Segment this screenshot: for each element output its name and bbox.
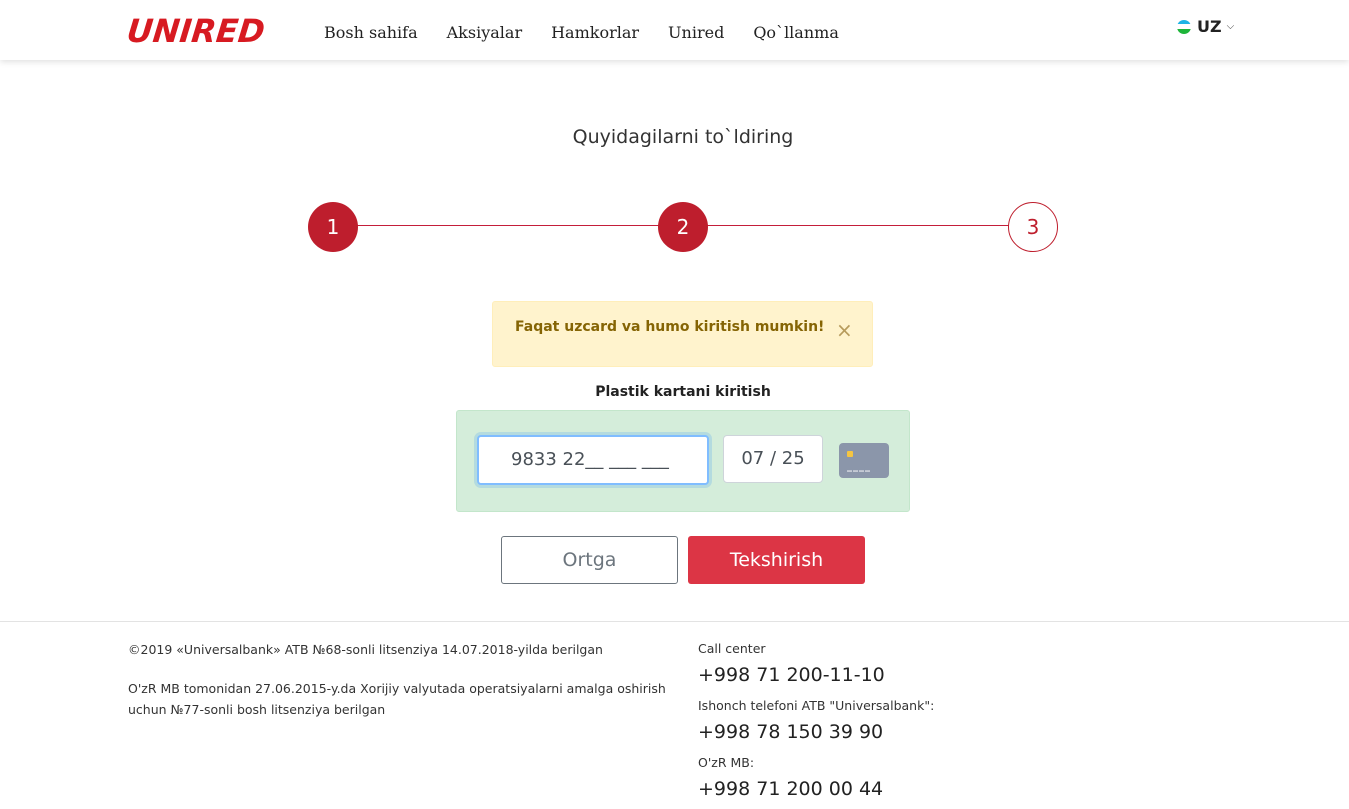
- chevron-down-icon: ⌵: [1226, 21, 1235, 32]
- nav-item-bosh-sahifa[interactable]: Bosh sahifa: [324, 22, 418, 44]
- page-title: Quyidagilarni to`ldiring: [572, 126, 794, 148]
- unired-logo[interactable]: UNIRED: [125, 12, 267, 50]
- alert-message: Faqat uzcard va humo kiritish mumkin!: [515, 319, 825, 335]
- uzbekistan-flag-icon: [1177, 19, 1191, 34]
- call-center-phone[interactable]: +998 71 200-11-10: [698, 664, 885, 686]
- language-label: UZ: [1197, 17, 1222, 36]
- call-center-label: Call center: [698, 641, 766, 656]
- card-chip-icon: [847, 451, 853, 457]
- step-2: 2: [658, 202, 708, 252]
- nav-item-unired[interactable]: Unired: [668, 22, 724, 44]
- nav-item-qollanma[interactable]: Qo`llanma: [753, 22, 839, 44]
- nav-item-hamkorlar[interactable]: Hamkorlar: [551, 22, 639, 44]
- step-connector-1: [357, 225, 659, 226]
- footer-divider: [0, 621, 1349, 622]
- footer-copyright: ©2019 «Universalbank» ATB №68-sonli lits…: [128, 642, 603, 657]
- back-button[interactable]: Ortga: [501, 536, 678, 584]
- card-input-panel: 9833 22__ ___ ___ 07 / 25 ____: [456, 410, 910, 512]
- warning-alert: Faqat uzcard va humo kiritish mumkin! ×: [492, 301, 873, 367]
- trust-phone-label: Ishonch telefoni ATB "Universalbank":: [698, 698, 935, 713]
- card-icon-dashes: ____: [847, 461, 871, 472]
- language-selector[interactable]: UZ ⌵: [1177, 17, 1234, 36]
- nav-item-aksiyalar[interactable]: Aksiyalar: [447, 22, 522, 44]
- trust-phone[interactable]: +998 78 150 39 90: [698, 721, 883, 743]
- footer-license: O'zR MB tomonidan 27.06.2015-y.da Xoriji…: [128, 681, 666, 717]
- card-number-input[interactable]: 9833 22__ ___ ___: [477, 435, 709, 485]
- central-bank-label: O'zR MB:: [698, 755, 755, 770]
- close-icon[interactable]: ×: [836, 318, 853, 342]
- step-3: 3: [1008, 202, 1058, 252]
- main-nav: Bosh sahifa Aksiyalar Hamkorlar Unired Q…: [324, 22, 868, 44]
- check-button[interactable]: Tekshirish: [688, 536, 865, 584]
- header: UNIRED Bosh sahifa Aksiyalar Hamkorlar U…: [0, 0, 1349, 60]
- step-connector-2: [707, 225, 1009, 226]
- credit-card-icon: ____: [839, 443, 889, 478]
- card-input-label: Plastik kartani kiritish: [595, 384, 771, 400]
- central-bank-phone[interactable]: +998 71 200 00 44: [698, 778, 883, 800]
- step-1: 1: [308, 202, 358, 252]
- card-expiry-input[interactable]: 07 / 25: [723, 435, 823, 483]
